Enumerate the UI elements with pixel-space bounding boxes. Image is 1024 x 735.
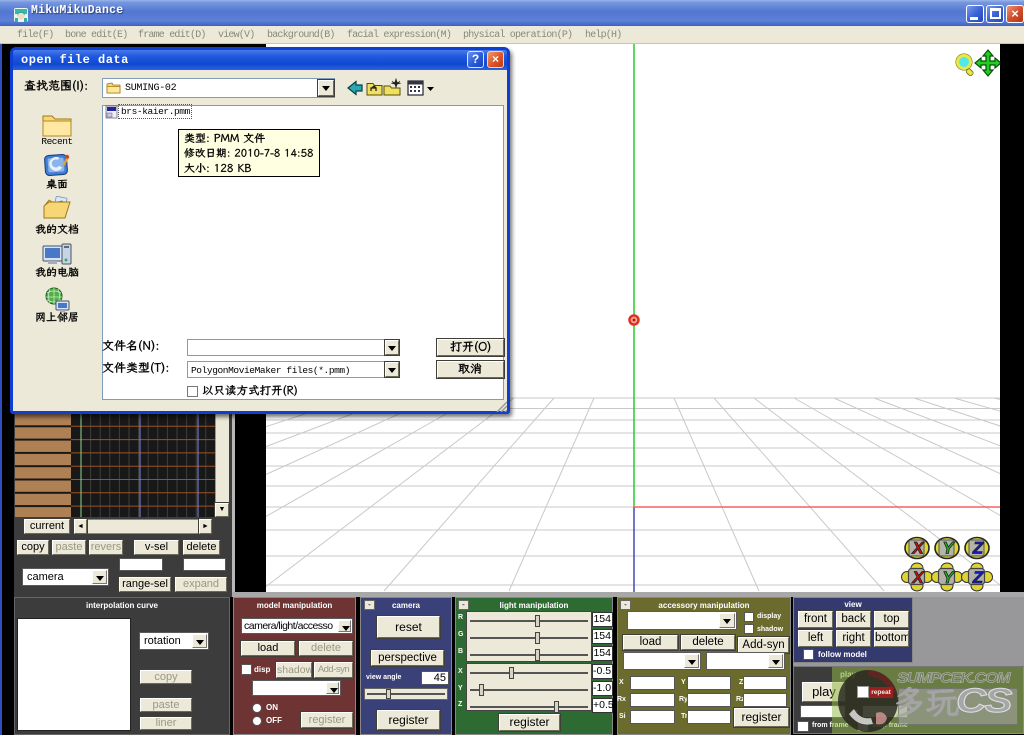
svg-text:X: X	[911, 539, 925, 558]
svg-text:Y: Y	[942, 568, 955, 587]
svg-text:Z: Z	[972, 539, 984, 558]
svg-text:Z: Z	[972, 568, 984, 587]
svg-text:Y: Y	[942, 539, 955, 558]
svg-text:X: X	[911, 568, 925, 587]
